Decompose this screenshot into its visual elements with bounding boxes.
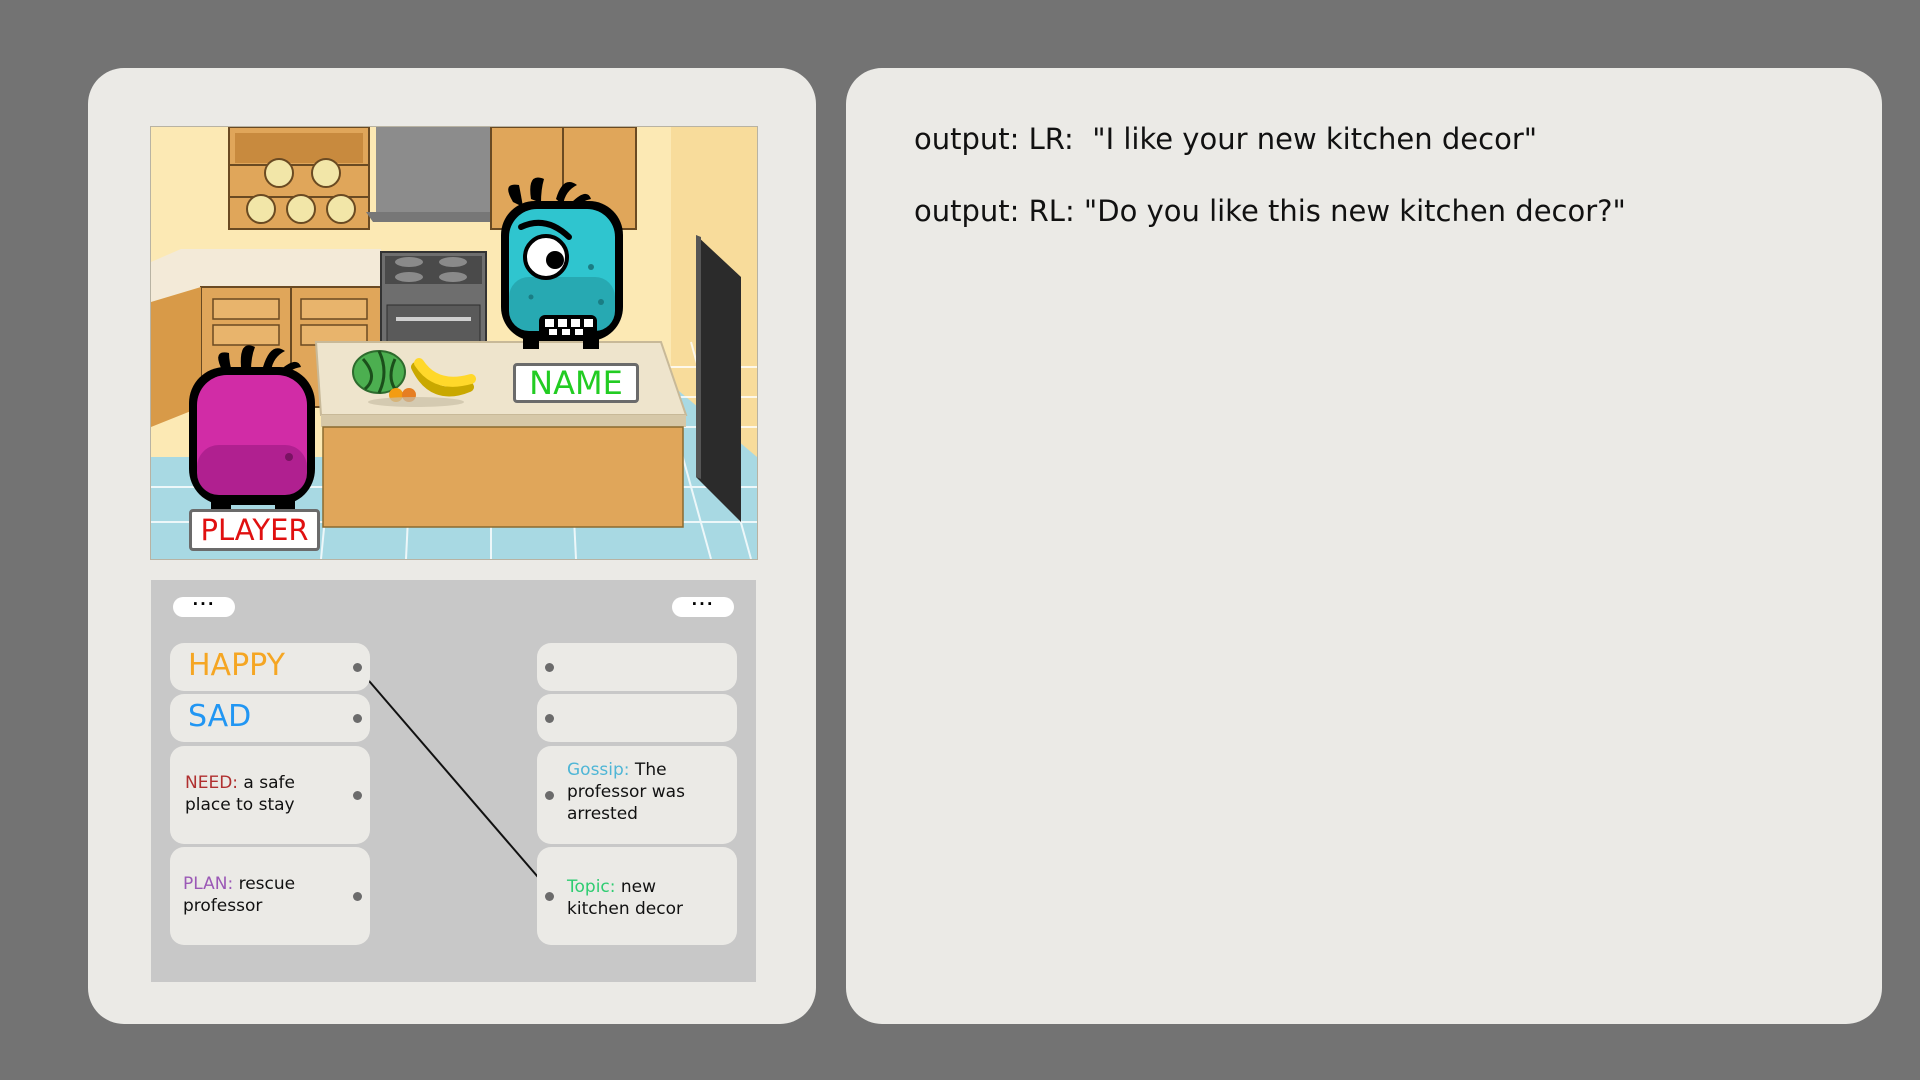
connector-pin[interactable]	[545, 892, 554, 901]
sad-label: SAD	[188, 699, 252, 734]
emotion-card-happy[interactable]: HAPPY	[170, 643, 370, 691]
connector-pin[interactable]	[545, 791, 554, 800]
need-keyword: NEED:	[185, 773, 239, 793]
output-line-lr: output: LR: "I like your new kitchen dec…	[914, 122, 1538, 156]
right-menu-button[interactable]: ···	[672, 597, 734, 617]
connector-pin[interactable]	[545, 663, 554, 672]
connector-pin[interactable]	[353, 791, 362, 800]
player-name-label: PLAYER	[200, 513, 309, 547]
output-panel: output: LR: "I like your new kitchen dec…	[846, 68, 1882, 1024]
gossip-text: Gossip: The professor was arrested	[567, 759, 707, 825]
kitchen-illustration	[151, 127, 757, 559]
connector-pin[interactable]	[353, 892, 362, 901]
npc-name-label: NAME	[529, 364, 623, 402]
connector-pin[interactable]	[353, 714, 362, 723]
emotion-card-sad[interactable]: SAD	[170, 694, 370, 742]
topic-card[interactable]: Topic: new kitchen decor	[537, 847, 737, 945]
game-panel: NAME PLAYER ··· ··· HAPPY SAD NEED: a sa…	[88, 68, 816, 1024]
connector-pin[interactable]	[353, 663, 362, 672]
slot-card-empty-1[interactable]	[537, 643, 737, 691]
gossip-card[interactable]: Gossip: The professor was arrested	[537, 746, 737, 844]
plan-card[interactable]: PLAN: rescue professor	[170, 847, 370, 945]
output-line-rl: output: RL: "Do you like this new kitche…	[914, 194, 1626, 228]
connection-line	[356, 666, 551, 892]
player-name-tag: PLAYER	[189, 509, 320, 551]
plan-text: PLAN: rescue professor	[183, 873, 333, 917]
slot-card-empty-2[interactable]	[537, 694, 737, 742]
connector-pin[interactable]	[545, 714, 554, 723]
plan-keyword: PLAN:	[183, 874, 234, 894]
happy-label: HAPPY	[188, 648, 285, 683]
kitchen-scene: NAME PLAYER	[150, 126, 758, 560]
topic-keyword: Topic:	[567, 877, 616, 897]
gossip-keyword: Gossip:	[567, 760, 630, 780]
topic-text: Topic: new kitchen decor	[567, 876, 707, 920]
need-text: NEED: a safe place to stay	[185, 772, 335, 816]
left-menu-button[interactable]: ···	[173, 597, 235, 617]
connection-board: ··· ··· HAPPY SAD NEED: a safe place to …	[151, 580, 756, 982]
npc-name-tag: NAME	[513, 363, 639, 403]
need-card[interactable]: NEED: a safe place to stay	[170, 746, 370, 844]
